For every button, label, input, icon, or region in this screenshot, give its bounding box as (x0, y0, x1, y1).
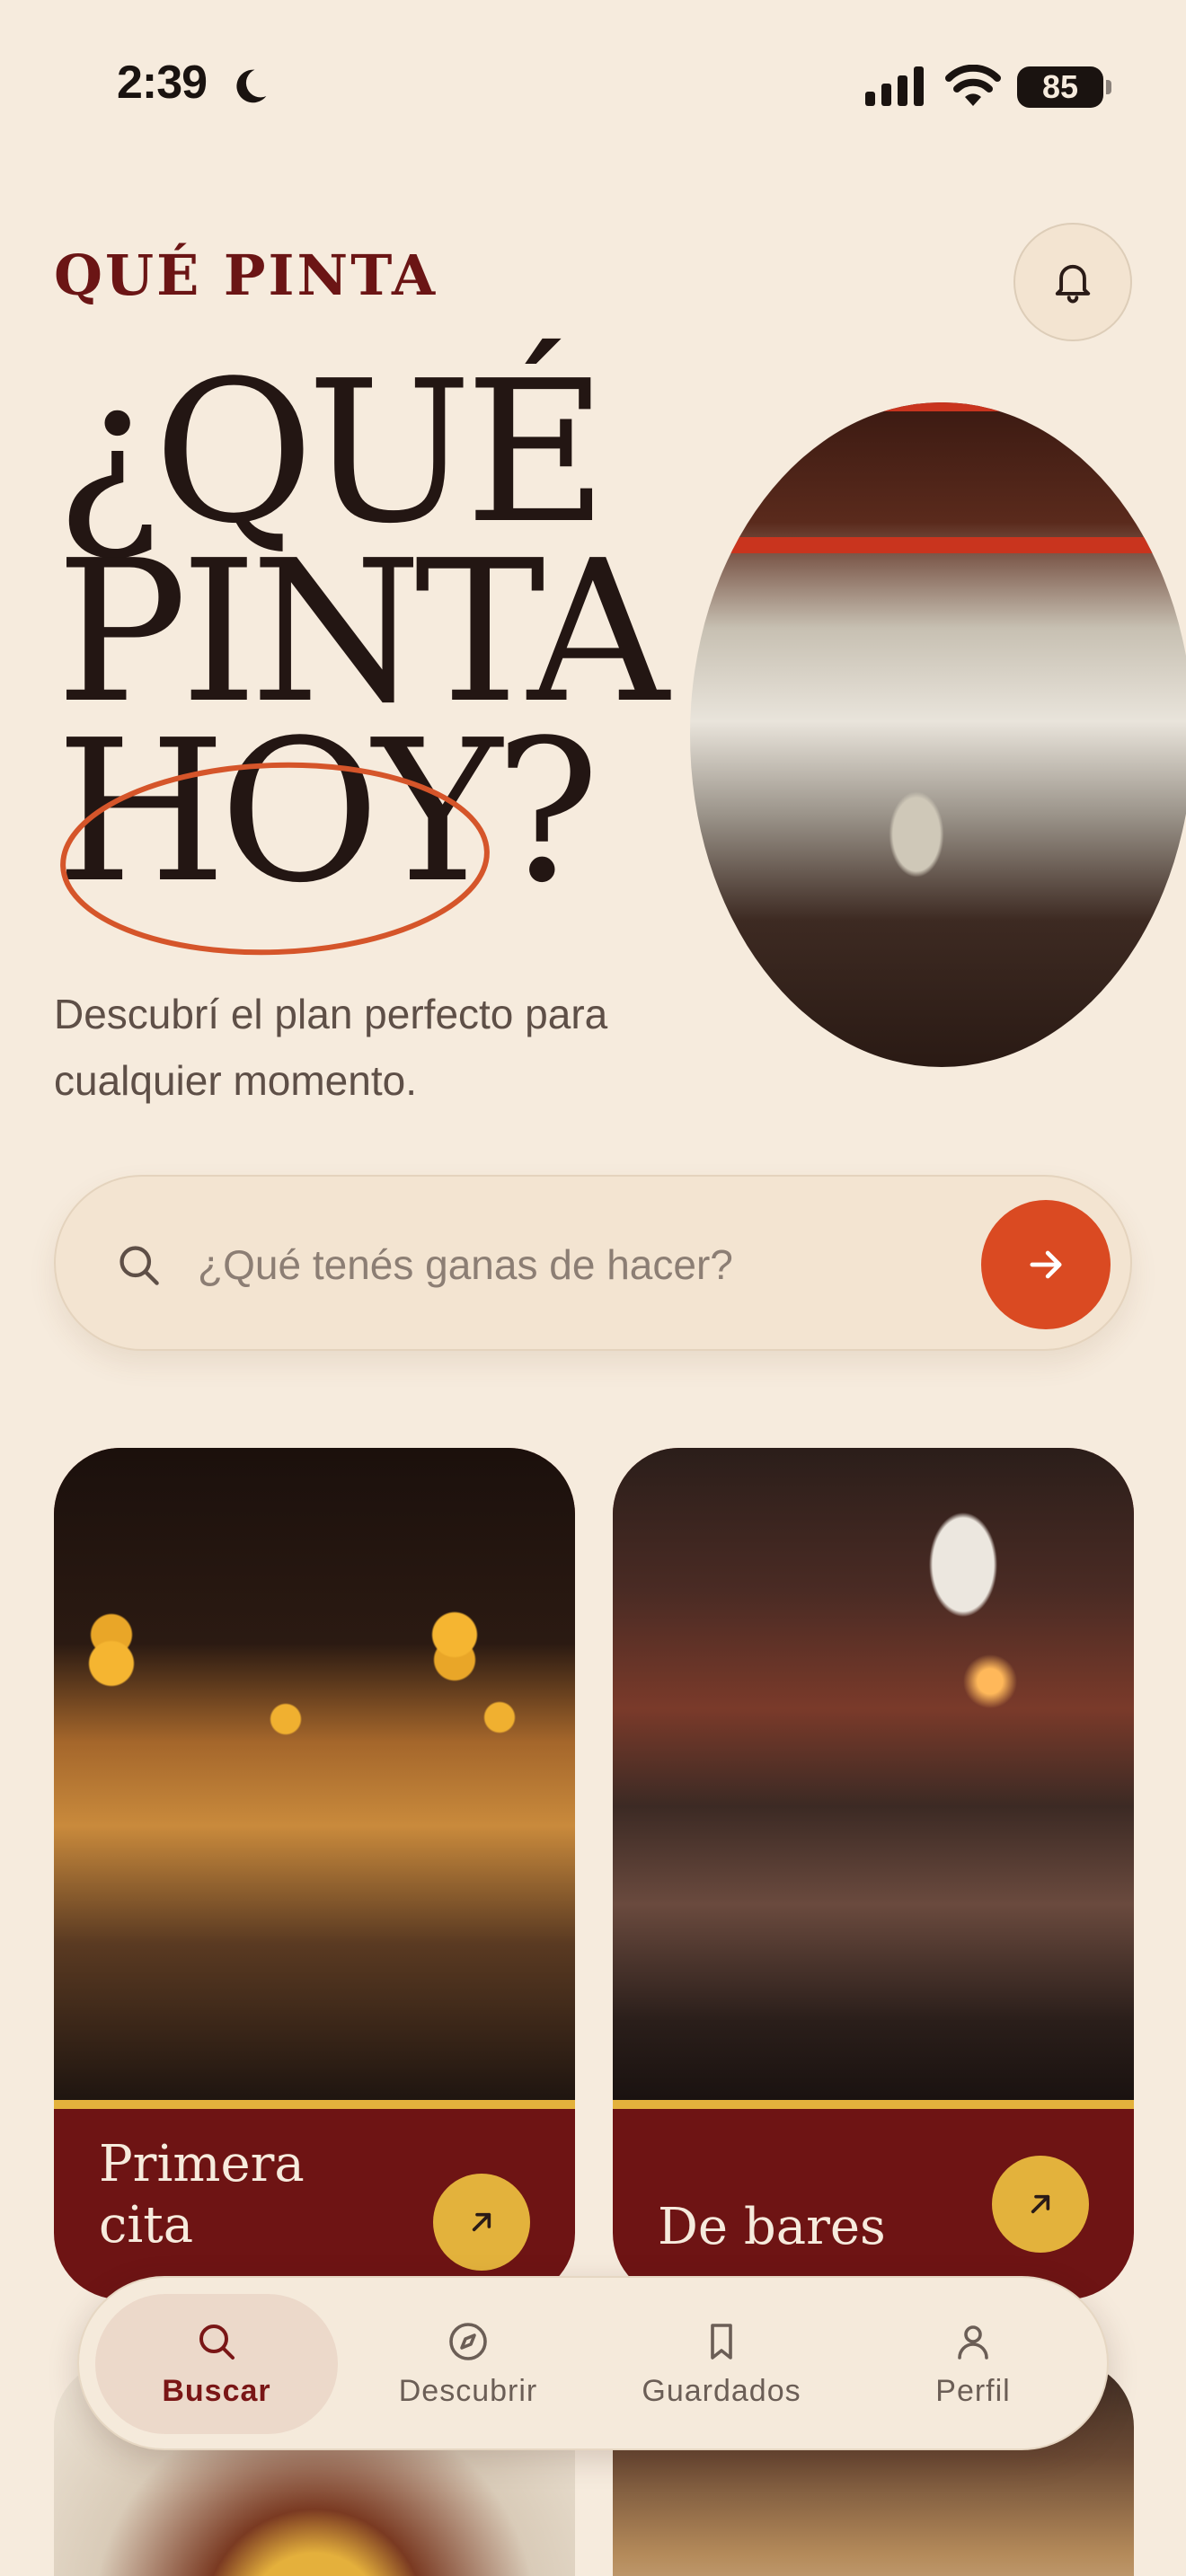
arrow-right-icon (1030, 1250, 1062, 1279)
search-submit-button[interactable] (981, 1200, 1111, 1329)
nav-item-guardados[interactable]: Guardados (600, 2294, 843, 2434)
compass-icon (449, 2322, 487, 2360)
search-icon (199, 2324, 235, 2360)
search-icon (119, 1246, 159, 1285)
nav-item-descubrir[interactable]: Descubrir (347, 2294, 589, 2434)
bar-shelves-photo (613, 1448, 1134, 2100)
category-card-primera-cita[interactable]: Primera cita (54, 1448, 575, 2299)
photo-shelf (690, 537, 1186, 553)
nav-label: Buscar (162, 2373, 271, 2408)
moon-icon (236, 69, 267, 103)
card-label: De bares (658, 2198, 886, 2256)
hero-title-line: PINTA (56, 519, 668, 746)
notifications-button[interactable] (1013, 223, 1132, 341)
card-label: Primera cita (99, 2135, 305, 2254)
bell-icon (1055, 264, 1091, 304)
brand-logo[interactable]: QUÉ PINTA (54, 243, 438, 308)
category-card-de-bares[interactable]: De bares (613, 1448, 1134, 2299)
hand-drawn-circle (60, 762, 490, 956)
user-icon (958, 2325, 988, 2360)
search-input[interactable] (198, 1231, 970, 1299)
screen: 2:39 85 QUÉ PINTA ¿QUÉ PINTA HOY? Descub… (0, 0, 1186, 2576)
battery-indicator: 85 (1017, 66, 1111, 108)
bookmark-icon (711, 2323, 732, 2360)
card-open-button[interactable] (992, 2156, 1089, 2253)
card-accent-stripe (54, 2100, 575, 2109)
status-time: 2:39 (117, 57, 208, 109)
nav-item-perfil[interactable]: Perfil (852, 2294, 1094, 2434)
restaurant-interior-photo (54, 1448, 575, 2100)
arrow-up-right-icon (1031, 2194, 1050, 2214)
cellular-signal-icon (865, 66, 924, 106)
wifi-icon (945, 65, 1001, 106)
restaurant-kitchen-photo (690, 402, 1186, 1067)
nav-label: Descubrir (398, 2373, 538, 2408)
hero-title-line: ¿QUÉ (56, 340, 607, 567)
search-bar[interactable] (54, 1175, 1132, 1351)
photo-shelf (690, 402, 1186, 411)
nav-label: Perfil (935, 2373, 1011, 2408)
bottom-navigation: Buscar Descubrir Guardados Perfil (77, 2276, 1109, 2450)
card-accent-stripe (613, 2100, 1134, 2109)
arrow-up-right-icon (472, 2212, 491, 2232)
hero-subtitle: Descubrí el plan perfecto para cualquier… (54, 991, 608, 1104)
nav-item-buscar[interactable]: Buscar (95, 2294, 338, 2434)
card-open-button[interactable] (433, 2174, 530, 2271)
nav-label: Guardados (642, 2373, 801, 2408)
